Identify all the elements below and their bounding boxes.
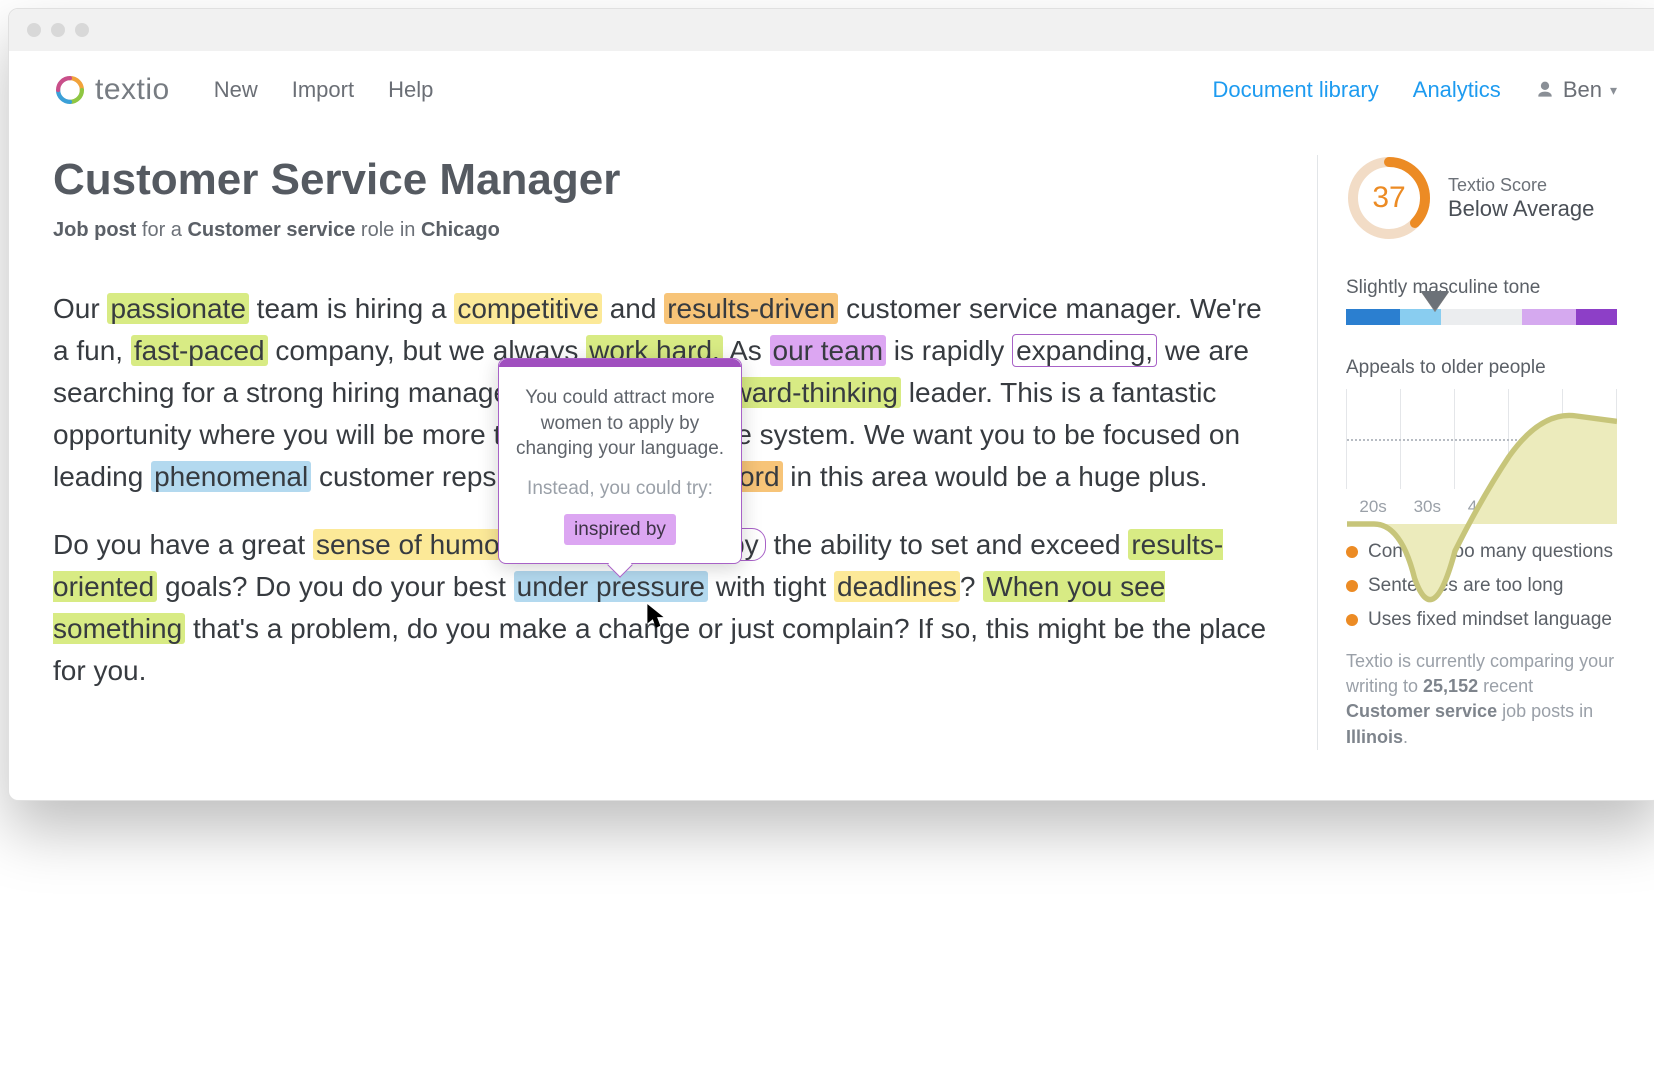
sub-location: Chicago (421, 219, 500, 241)
window-min-dot[interactable] (51, 23, 65, 37)
highlight-sense-of-humor[interactable]: sense of humor (313, 529, 512, 560)
brand-logo[interactable]: textio (53, 73, 170, 107)
nav-analytics[interactable]: Analytics (1413, 77, 1501, 103)
highlight-our-team[interactable]: our team (770, 335, 887, 366)
age-label: Appeals to older people (1346, 357, 1617, 379)
age-chart (1346, 389, 1617, 489)
app-window: textio New Import Help Document library … (8, 8, 1654, 801)
chevron-down-icon: ▾ (1610, 82, 1617, 99)
compare-region: Illinois (1346, 727, 1403, 747)
sub-role: Customer service (187, 219, 355, 241)
window-titlebar (9, 9, 1654, 51)
user-name: Ben (1563, 77, 1602, 103)
score-value: 37 (1346, 155, 1432, 241)
score-widget: 37 Textio Score Below Average (1346, 155, 1617, 241)
highlight-under-pressure[interactable]: under pressure (514, 571, 708, 602)
popover-subtext: Instead, you could try: (513, 476, 727, 502)
highlight-expanding[interactable]: expanding, (1012, 334, 1157, 367)
popover-accent (499, 359, 741, 367)
main-content: Customer Service Manager Job post for a … (9, 117, 1654, 800)
nav-help[interactable]: Help (388, 77, 433, 103)
brand-name: textio (95, 73, 170, 107)
document-title[interactable]: Customer Service Manager (53, 155, 1277, 205)
sidebar: 37 Textio Score Below Average Slightly m… (1317, 155, 1617, 750)
tone-marker (1423, 293, 1447, 311)
window-close-dot[interactable] (27, 23, 41, 37)
nav-import[interactable]: Import (292, 77, 354, 103)
score-ring: 37 (1346, 155, 1432, 241)
top-nav: textio New Import Help Document library … (9, 51, 1654, 117)
popover-text: You could attract more women to apply by… (513, 385, 727, 462)
comparison-note: Textio is currently comparing your writi… (1346, 649, 1617, 750)
highlight-deadlines[interactable]: deadlines (834, 571, 960, 602)
popover-suggestion[interactable]: inspired by (564, 514, 676, 546)
tone-label: Slightly masculine tone (1346, 277, 1617, 299)
window-max-dot[interactable] (75, 23, 89, 37)
user-menu[interactable]: Ben ▾ (1535, 77, 1617, 103)
nav-document-library[interactable]: Document library (1212, 77, 1378, 103)
highlight-competitive[interactable]: competitive (454, 293, 602, 324)
highlight-fast-paced[interactable]: fast-paced (131, 335, 268, 366)
tone-meter (1346, 309, 1617, 325)
logo-ring-icon (53, 73, 87, 107)
compare-category: Customer service (1346, 701, 1497, 721)
highlight-results-driven[interactable]: results-driven (664, 293, 838, 324)
highlight-phenomenal[interactable]: phenomenal (151, 461, 311, 492)
suggestion-popover[interactable]: You could attract more women to apply by… (498, 358, 742, 564)
user-icon (1535, 80, 1555, 100)
document-subtitle: Job post for a Customer service role in … (53, 219, 1277, 242)
compare-count: 25,152 (1423, 676, 1478, 696)
editor-pane[interactable]: Customer Service Manager Job post for a … (53, 155, 1297, 750)
highlight-passionate[interactable]: passionate (107, 293, 248, 324)
sub-prefix: Job post (53, 219, 136, 241)
score-label: Textio Score (1448, 175, 1594, 196)
nav-new[interactable]: New (214, 77, 258, 103)
score-rating: Below Average (1448, 196, 1594, 222)
